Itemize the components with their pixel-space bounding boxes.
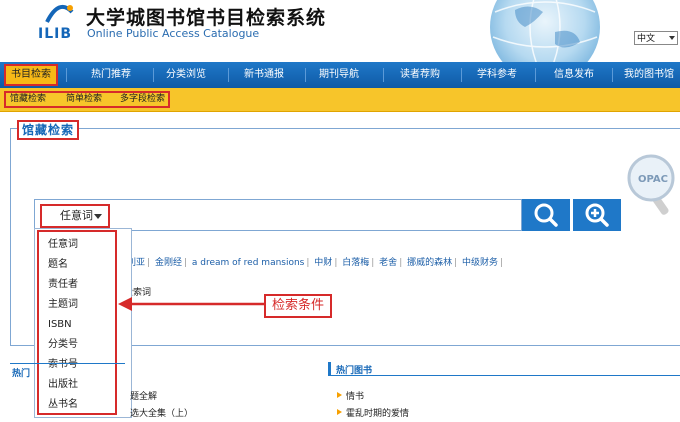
chevron-down-icon — [669, 36, 675, 40]
zoom-in-icon — [585, 203, 609, 227]
subnav-highlight-box — [4, 91, 170, 108]
search-icon — [534, 203, 558, 227]
hot-book-link[interactable]: 霍乱时期的爱情 — [346, 406, 409, 419]
annotation-label: 检索条件 — [264, 294, 333, 318]
bottom-left-divider — [10, 363, 125, 364]
header: ILIB 大学城图书馆书目检索系统 Online Public Access C… — [0, 0, 680, 62]
bullet-icon — [337, 409, 342, 415]
language-select-value: 中文 — [637, 34, 656, 44]
globe-decoration — [490, 0, 600, 62]
svg-text:OPAC: OPAC — [638, 174, 668, 185]
site-subtitle: Online Public Access Catalogue — [87, 27, 260, 40]
search-field-selected: 任意词 — [60, 209, 93, 222]
hot-word-link[interactable]: 中财 — [314, 258, 332, 268]
logo-icon — [45, 4, 74, 23]
nav-item-info-release[interactable]: 信息发布 — [544, 62, 604, 88]
nav-item-reader-recommend[interactable]: 读者荐购 — [390, 62, 450, 88]
dropdown-highlight-box — [37, 230, 117, 415]
hot-search-words: 亚利亚| 金刚经| a dream of red mansions| 中财| 白… — [118, 255, 505, 268]
nav-item-catalog-search[interactable]: 书目检索 — [4, 64, 58, 86]
search-button[interactable] — [522, 199, 570, 231]
bullet-icon — [337, 392, 342, 398]
hot-word-link[interactable]: 中级财务 — [462, 258, 498, 268]
hot-word-link[interactable]: a dream of red mansions — [192, 258, 305, 268]
nav-item-subject-reference[interactable]: 学科参考 — [467, 62, 527, 88]
bottom-left-title: 热门 — [12, 369, 31, 379]
search-field-dropdown[interactable]: 任意词 — [40, 204, 110, 228]
hot-book-link[interactable]: 情书 — [346, 389, 364, 402]
language-select[interactable]: 中文 — [634, 31, 678, 45]
nav-item-category-browse[interactable]: 分类浏览 — [156, 62, 216, 88]
main-nav: 书目检索 热门推荐 分类浏览 新书通报 期刊导航 读者荐购 学科参考 信息发布 … — [0, 62, 680, 88]
site-title: 大学城图书馆书目检索系统 — [86, 7, 327, 29]
list-item[interactable]: 选大全集（上） — [130, 406, 193, 419]
nav-item-new-books[interactable]: 新书通报 — [234, 62, 294, 88]
hot-word-link[interactable]: 老舍 — [379, 258, 397, 268]
nav-item-my-library[interactable]: 我的图书馆 — [618, 62, 680, 88]
caret-down-icon — [94, 214, 102, 219]
hot-word-link[interactable]: 挪威的森林 — [407, 258, 452, 268]
hot-word-link[interactable]: 白落梅 — [342, 258, 369, 268]
hot-word-link[interactable]: 金刚经 — [155, 258, 182, 268]
arrow-left-icon — [118, 297, 264, 311]
list-item[interactable]: 题全解 — [130, 389, 157, 402]
opac-magnifier-icon: OPAC — [627, 154, 675, 215]
advanced-search-button[interactable] — [573, 199, 621, 231]
bottom-right-accent — [328, 362, 331, 376]
nav-item-journal-nav[interactable]: 期刊导航 — [309, 62, 369, 88]
logo-text: ILIB — [38, 26, 73, 42]
bottom-right-divider — [330, 375, 680, 376]
nav-item-hot-recommend[interactable]: 热门推荐 — [72, 62, 150, 88]
panel-title: 馆藏检索 — [17, 120, 80, 140]
